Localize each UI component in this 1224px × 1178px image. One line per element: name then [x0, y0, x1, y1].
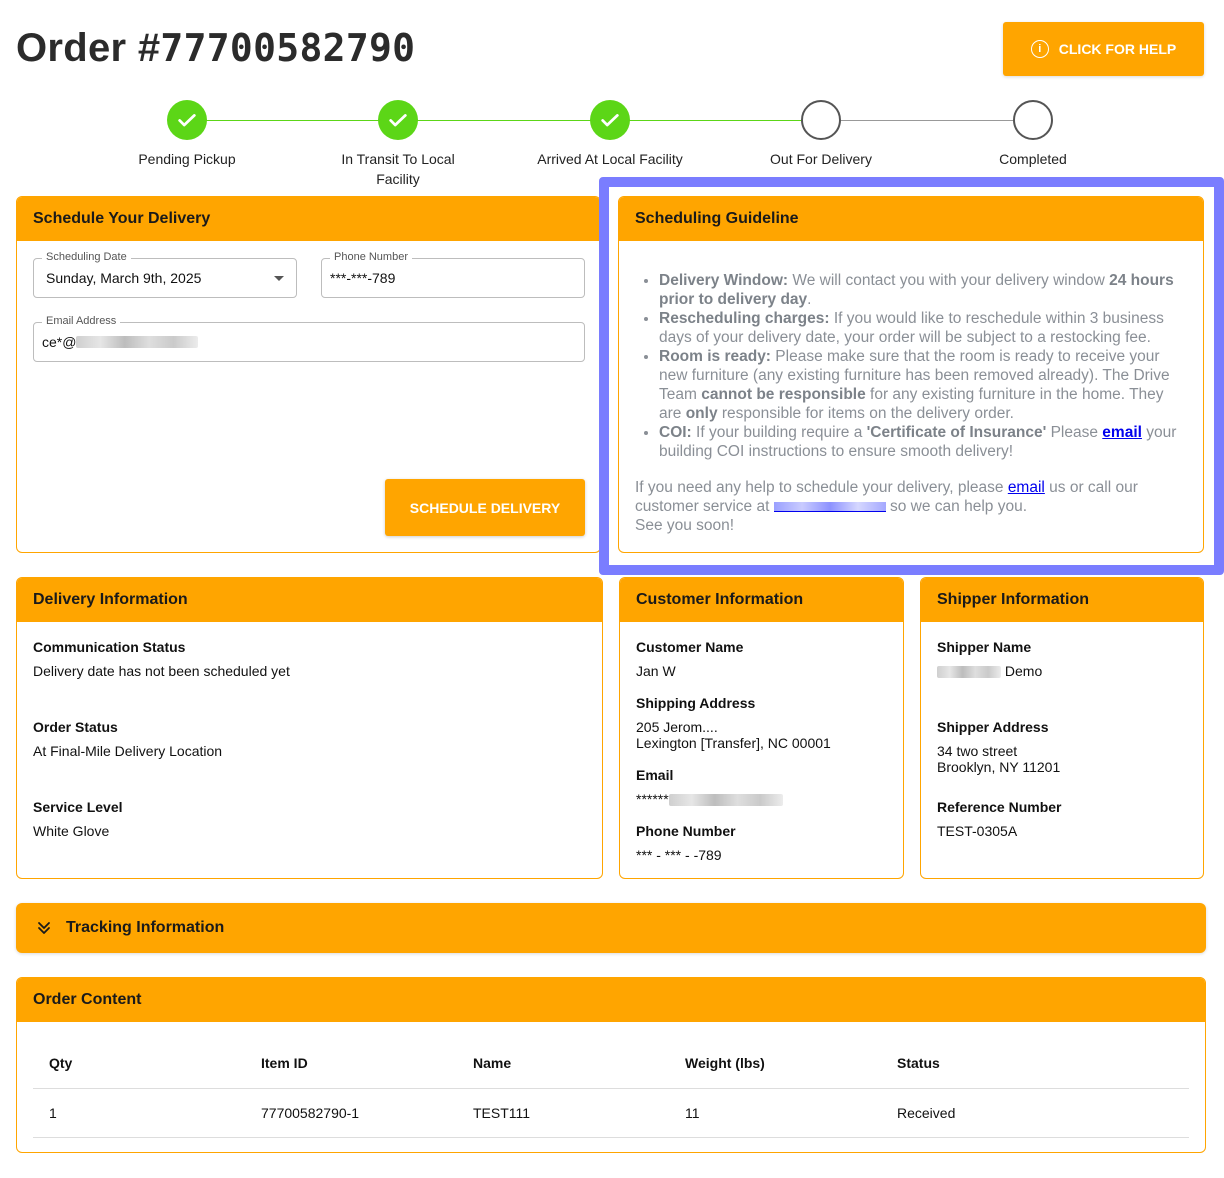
order-content-card: Order Content Qty Item ID Name Weight (l… [16, 977, 1206, 1153]
shipping-address-line2: Lexington [Transfer], NC 00001 [636, 735, 831, 751]
field-value: ***-***-789 [330, 270, 396, 286]
column-header-weight: Weight (lbs) [669, 1038, 881, 1089]
phone-number-label: Phone Number [636, 823, 736, 839]
customer-name-value: Jan W [636, 663, 676, 679]
empty-circle-icon [801, 100, 841, 140]
phone-number-field[interactable]: Phone Number ***-***-789 [321, 251, 585, 298]
card-title: Shipper Information [921, 578, 1203, 622]
shipper-name-value: Demo [1001, 663, 1043, 679]
check-icon [590, 100, 630, 140]
cell-item-id: 77700582790-1 [245, 1088, 457, 1138]
help-button-label: CLICK FOR HELP [1058, 41, 1177, 57]
shipper-address-line2: Brooklyn, NY 11201 [937, 759, 1061, 775]
email-field[interactable]: Email Address ce*@ [33, 315, 585, 362]
page-title: Order #77700582790 [16, 26, 415, 71]
order-prefix: Order # [16, 26, 161, 70]
card-title: Schedule Your Delivery [17, 197, 600, 241]
step-arrived-local: Arrived At Local Facility [510, 100, 710, 169]
email-label: Email [636, 767, 674, 783]
shipping-address-line1: 205 Jerom.... [636, 719, 718, 735]
column-header-name: Name [457, 1038, 669, 1089]
order-content-table: Qty Item ID Name Weight (lbs) Status 1 7… [33, 1038, 1189, 1138]
redacted-shipper-name [937, 666, 1001, 679]
redacted-email [668, 794, 783, 807]
field-value: ce*@ [42, 334, 77, 350]
reference-number-value: TEST-0305A [937, 823, 1018, 839]
card-title: Order Content [17, 978, 1205, 1022]
table-row: 1 77700582790-1 TEST111 11 Received [33, 1088, 1189, 1138]
tracking-title: Tracking Information [66, 919, 225, 936]
cell-status: Received [881, 1088, 1189, 1138]
cell-qty: 1 [33, 1088, 245, 1138]
step-pending-pickup: Pending Pickup [87, 100, 287, 169]
step-out-for-delivery: Out For Delivery [721, 100, 921, 169]
customer-information-card: Customer Information Customer Name Jan W… [619, 577, 904, 879]
delivery-information-card: Delivery Information Communication Statu… [16, 577, 603, 879]
shipper-address-line1: 34 two street [937, 743, 1018, 759]
table-header-row: Qty Item ID Name Weight (lbs) Status [33, 1038, 1189, 1089]
shipping-address-label: Shipping Address [636, 695, 756, 711]
schedule-delivery-button[interactable]: SCHEDULE DELIVERY [385, 479, 585, 536]
column-header-item-id: Item ID [245, 1038, 457, 1089]
service-level-value: White Glove [33, 823, 110, 839]
shipper-name-label: Shipper Name [937, 639, 1032, 655]
card-title: Delivery Information [17, 578, 602, 622]
cell-weight: 11 [669, 1088, 881, 1138]
step-completed: Completed [933, 100, 1133, 169]
field-label: Phone Number [330, 251, 412, 263]
order-status-value: At Final-Mile Delivery Location [33, 743, 223, 759]
info-icon: i [1030, 40, 1049, 58]
empty-circle-icon [1013, 100, 1053, 140]
step-label: Pending Pickup [138, 151, 236, 167]
phone-number-value: *** - *** - -789 [636, 847, 722, 863]
order-number: 77700582790 [160, 26, 416, 70]
field-label: Scheduling Date [42, 251, 131, 263]
tracking-information-toggle[interactable]: Tracking Information [16, 903, 1206, 953]
field-value: Sunday, March 9th, 2025 [46, 270, 202, 286]
step-in-transit: In Transit To Local Facility [298, 100, 498, 189]
column-header-qty: Qty [33, 1038, 245, 1089]
double-chevron-down-icon [36, 920, 52, 936]
email-value: ****** [636, 791, 669, 807]
help-button[interactable]: i CLICK FOR HELP [1003, 22, 1204, 76]
service-level-label: Service Level [33, 799, 123, 815]
field-label: Email Address [42, 315, 121, 327]
communication-status-value: Delivery date has not been scheduled yet [33, 663, 290, 679]
customer-name-label: Customer Name [636, 639, 744, 655]
step-label: Arrived At Local Facility [537, 151, 683, 167]
card-title: Customer Information [620, 578, 903, 622]
redacted-email [76, 336, 199, 348]
communication-status-label: Communication Status [33, 639, 186, 655]
schedule-delivery-card: Schedule Your Delivery Scheduling Date S… [16, 196, 601, 553]
reference-number-label: Reference Number [937, 799, 1062, 815]
column-header-status: Status [881, 1038, 1189, 1089]
step-label: In Transit To Local Facility [341, 151, 455, 187]
shipper-address-label: Shipper Address [937, 719, 1049, 735]
shipper-information-card: Shipper Information Shipper Name Demo Sh… [920, 577, 1204, 879]
caret-down-icon [274, 276, 284, 281]
step-label: Completed [999, 151, 1067, 167]
step-label: Out For Delivery [770, 151, 872, 167]
check-icon [378, 100, 418, 140]
highlight-frame [599, 177, 1224, 575]
cell-name: TEST111 [457, 1088, 669, 1138]
check-icon [167, 100, 207, 140]
scheduling-date-select[interactable]: Scheduling Date Sunday, March 9th, 2025 [33, 251, 297, 298]
order-status-label: Order Status [33, 719, 118, 735]
